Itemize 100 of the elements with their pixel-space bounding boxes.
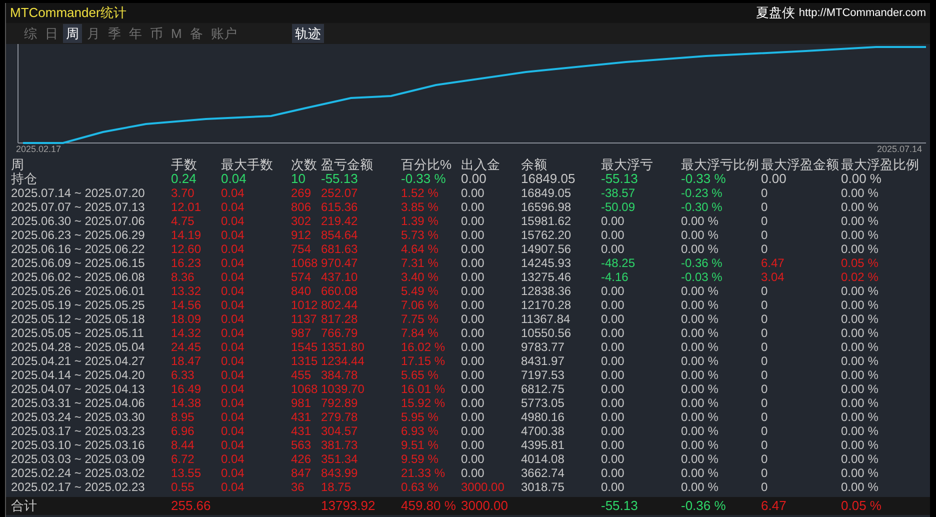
- table-cell-text: 0: [761, 466, 769, 480]
- table-cell-text: 854.64: [321, 228, 359, 242]
- table-cell-text: -0.33 %: [681, 172, 727, 186]
- table-cell-text: 0: [761, 340, 769, 354]
- table-cell-text: 0.24: [171, 172, 198, 186]
- table-cell-text: 0.00 %: [681, 312, 720, 326]
- table-cell-text: 0.00 %: [681, 214, 720, 228]
- table-cell-text: 0.00 %: [841, 466, 880, 480]
- table-cell-text: 0.05 %: [841, 497, 882, 515]
- table-cell-text: 381.73: [321, 438, 359, 452]
- table-cell-text: 252.07: [321, 186, 359, 200]
- table-cell-text: 0.00 %: [841, 326, 880, 340]
- table-cell-text: 16849.05: [521, 172, 576, 186]
- table-cell-text: 18.47: [171, 354, 202, 368]
- table-cell-text: -48.25: [601, 256, 636, 270]
- table-cell-text: 4.64 %: [401, 242, 440, 256]
- column-header: 出入金: [461, 158, 501, 172]
- axis-label: 2025.02.17: [16, 144, 62, 155]
- tab[interactable]: 月: [84, 24, 103, 43]
- table-cell-text: 4014.08: [521, 452, 566, 466]
- table-cell-text: 0: [761, 214, 769, 228]
- table-cell-text: 2025.06.23 ~ 2025.06.29: [11, 228, 146, 242]
- table-cell-text: 0.00: [601, 480, 626, 494]
- table-cell-text: 4700.38: [521, 424, 566, 438]
- tab[interactable]: 备: [186, 24, 206, 43]
- tab[interactable]: 币: [147, 24, 166, 43]
- table-cell-text: 0.00: [461, 200, 486, 214]
- table-cell-text: 0.00 %: [841, 438, 880, 452]
- table-cell-text: 0.00: [461, 270, 486, 284]
- table-cell-text: 0.00 %: [841, 354, 880, 368]
- table-cell-text: 3.70: [171, 186, 196, 200]
- table-cell-text: 0.04: [221, 438, 246, 452]
- table-cell-text: 0.00 %: [841, 480, 880, 494]
- table-cell-text: 3018.75: [521, 480, 566, 494]
- table-cell-text: 6812.75: [521, 382, 566, 396]
- table-cell-text: 0.00: [461, 382, 486, 396]
- tab[interactable]: M: [168, 24, 185, 43]
- table-cell-text: 437.10: [321, 270, 359, 284]
- table-cell-text: 12.01: [171, 200, 202, 214]
- table-cell-text: 0.00 %: [841, 214, 880, 228]
- table-cell-text: 36: [291, 480, 306, 494]
- table-cell-text: 0.00: [601, 340, 626, 354]
- table-cell-text: 1012: [291, 298, 319, 312]
- table-cell-text: 0.04: [221, 452, 246, 466]
- table-cell-text: 14907.56: [521, 242, 572, 256]
- table-cell-text: 0.00: [461, 466, 486, 480]
- tab[interactable]: 季: [105, 24, 124, 43]
- table-cell-text: 0.00: [461, 438, 486, 452]
- table-cell-text: 14.32: [171, 326, 202, 340]
- table-cell-text: 0.00: [461, 452, 486, 466]
- table-cell-text: 0.00: [461, 410, 486, 424]
- table-cell-text: 0: [761, 354, 769, 368]
- website-link[interactable]: http://MTCommander.com: [798, 4, 926, 22]
- table-cell-text: 0.00: [461, 354, 486, 368]
- table-cell-text: 0.00 %: [841, 410, 880, 424]
- tab[interactable]: 账户: [208, 24, 240, 43]
- table-cell-text: 0: [761, 410, 769, 424]
- table-cell-text: 6.96: [171, 424, 196, 438]
- table-cell-text: 0.04: [221, 312, 246, 326]
- column-header: 最大手数: [221, 158, 274, 172]
- tab[interactable]: 年: [126, 24, 145, 43]
- tab[interactable]: 周: [63, 24, 82, 43]
- table-cell-text: 0.00 %: [681, 410, 720, 424]
- table-cell-text: -55.13: [601, 172, 639, 186]
- column-header: 最大浮亏比例: [681, 158, 760, 172]
- table-cell-text: 0.00: [601, 452, 626, 466]
- tab[interactable]: 综: [21, 24, 40, 43]
- window-title: MTCommander统计: [10, 4, 126, 22]
- column-header: 余额: [521, 158, 548, 172]
- table-cell-text: 13793.92: [321, 497, 376, 515]
- table-cell-text: 817.28: [321, 312, 359, 326]
- table-cell-text: 0.04: [221, 200, 246, 214]
- table-cell-text: 6.47: [761, 497, 788, 515]
- table-cell-text: 0.00: [601, 424, 626, 438]
- table-cell-text: 11367.84: [521, 312, 572, 326]
- table-cell-text: 0: [761, 242, 769, 256]
- table-cell-text: 0.00: [461, 298, 486, 312]
- table-cell-text: 0.00 %: [841, 396, 880, 410]
- table-cell-text: 384.78: [321, 368, 359, 382]
- table-cell-text: 0: [761, 298, 769, 312]
- table-cell-text: 843.99: [321, 466, 359, 480]
- table-cell-text: 14.19: [171, 228, 202, 242]
- table-cell-text: -0.36 %: [681, 256, 724, 270]
- table-cell-text: 0: [761, 368, 769, 382]
- table-cell-text: 5.65 %: [401, 368, 440, 382]
- table-cell-text: 7.31 %: [401, 256, 440, 270]
- table-cell-text: 0.00: [461, 172, 488, 186]
- table-cell-text: 0.00: [461, 284, 486, 298]
- tab[interactable]: 日: [42, 24, 61, 43]
- table-cell-text: 0.00: [601, 228, 626, 242]
- table-cell-text: 2025.03.17 ~ 2025.03.23: [11, 424, 146, 438]
- table-cell-text: 431: [291, 410, 312, 424]
- table-cell-text: 0.00 %: [681, 466, 720, 480]
- column-header: 最大浮亏: [601, 158, 654, 172]
- table-cell-text: 0.00 %: [681, 424, 720, 438]
- table-cell-text: 12838.36: [521, 284, 572, 298]
- track-button[interactable]: 轨迹: [292, 24, 324, 43]
- table-cell-text: 0.00: [461, 186, 486, 200]
- table-cell-text: 0: [761, 396, 769, 410]
- table-cell-text: 2025.04.28 ~ 2025.05.04: [11, 340, 146, 354]
